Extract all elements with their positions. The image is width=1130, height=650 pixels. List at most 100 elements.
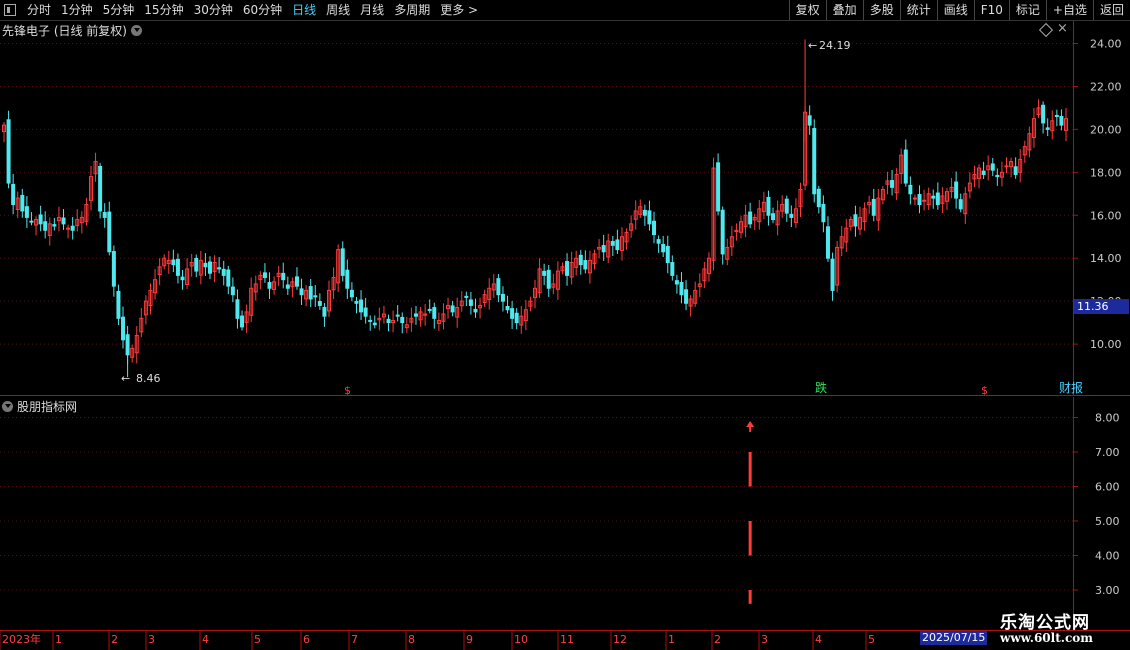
time-label: 8 bbox=[408, 633, 415, 646]
adjust-button[interactable]: 复权 bbox=[788, 0, 826, 20]
indicator-chart[interactable]: 8.00 7.00 6.00 5.00 4.00 3.00 bbox=[0, 397, 1130, 630]
price-tick-label: 14.00 bbox=[1090, 252, 1122, 265]
time-label: 3 bbox=[761, 633, 768, 646]
candle-body bbox=[221, 268, 226, 276]
chevron-down-icon[interactable] bbox=[131, 25, 142, 36]
candle-body bbox=[6, 119, 11, 184]
candle-body bbox=[359, 299, 364, 313]
indicator-tick-label: 5.00 bbox=[1095, 515, 1120, 528]
event-marker-s2: $ bbox=[981, 384, 988, 396]
candle-body bbox=[542, 270, 547, 276]
chevron-down-icon[interactable] bbox=[2, 401, 13, 412]
candle-body bbox=[890, 180, 895, 188]
period-tab[interactable]: 30分钟 bbox=[189, 0, 238, 20]
candle-body bbox=[450, 305, 455, 313]
period-tab[interactable]: 分时 bbox=[22, 0, 56, 20]
price-tick-label: 22.00 bbox=[1090, 80, 1122, 93]
candle-body bbox=[427, 308, 432, 311]
current-price-tag: 11.36 bbox=[1074, 299, 1129, 314]
candle-body bbox=[647, 210, 652, 225]
candle-body bbox=[107, 211, 112, 253]
low-label: 8.46 bbox=[136, 372, 161, 385]
close-icon[interactable]: × bbox=[1057, 21, 1068, 36]
period-tab[interactable]: 1分钟 bbox=[56, 0, 98, 20]
candle-body bbox=[679, 282, 684, 296]
window-icon[interactable] bbox=[4, 4, 16, 16]
candle-body bbox=[807, 115, 812, 126]
f10-button[interactable]: F10 bbox=[973, 0, 1009, 20]
candle-body bbox=[349, 289, 354, 298]
candle-body bbox=[935, 192, 940, 206]
candle-body bbox=[505, 305, 510, 311]
candle-body bbox=[194, 257, 199, 272]
candle-body bbox=[281, 272, 286, 281]
candle-body bbox=[652, 220, 657, 236]
time-label: 6 bbox=[303, 633, 310, 646]
candle-body bbox=[372, 322, 377, 326]
period-tab[interactable]: 60分钟 bbox=[238, 0, 287, 20]
candle-body bbox=[816, 188, 821, 208]
candle-body bbox=[674, 280, 679, 285]
candle-body bbox=[180, 276, 185, 281]
time-label: 1 bbox=[668, 633, 675, 646]
candle-body bbox=[294, 276, 299, 287]
time-label: 10 bbox=[514, 633, 528, 646]
time-label: 7 bbox=[351, 633, 358, 646]
candle-body bbox=[500, 293, 505, 302]
candle-body bbox=[784, 198, 789, 214]
candle-body bbox=[825, 226, 830, 259]
candle-body bbox=[514, 312, 519, 324]
overlay-button[interactable]: 叠加 bbox=[825, 0, 863, 20]
signal-bar bbox=[748, 590, 752, 604]
period-tab[interactable]: 15分钟 bbox=[139, 0, 188, 20]
candle-body bbox=[917, 194, 922, 206]
indicator-tick-label: 3.00 bbox=[1095, 584, 1120, 597]
period-tab[interactable]: 月线 bbox=[355, 0, 389, 20]
price-chart[interactable]: 24.0022.0020.0018.0016.0014.0012.0010.00… bbox=[0, 21, 1130, 396]
candle-body bbox=[432, 307, 437, 319]
candle-body bbox=[285, 284, 290, 289]
candle-body bbox=[1045, 127, 1050, 130]
candle-body bbox=[240, 315, 245, 328]
candle-body bbox=[981, 170, 986, 175]
candle-body bbox=[908, 184, 913, 195]
candle-body bbox=[203, 262, 208, 268]
candle-body bbox=[578, 254, 583, 266]
period-tab[interactable]: 多周期 bbox=[389, 0, 435, 20]
candle-body bbox=[615, 239, 620, 251]
candle-body bbox=[171, 259, 176, 266]
candle-body bbox=[931, 195, 936, 199]
add-watchlist-button[interactable]: +自选 bbox=[1045, 0, 1093, 20]
candle-body bbox=[116, 290, 121, 319]
candle-body bbox=[98, 165, 103, 212]
period-tab-daily[interactable]: 日线 bbox=[287, 0, 321, 20]
multi-stock-button[interactable]: 多股 bbox=[862, 0, 900, 20]
period-tab[interactable]: 5分钟 bbox=[98, 0, 140, 20]
mark-button[interactable]: 标记 bbox=[1008, 0, 1046, 20]
candle-body bbox=[386, 318, 391, 324]
price-tick-label: 24.00 bbox=[1090, 38, 1122, 51]
candle-body bbox=[1054, 114, 1059, 117]
candle-body bbox=[812, 128, 817, 195]
stock-name: 先锋电子 (日线 前复权) bbox=[2, 24, 127, 38]
more-menu[interactable]: 更多 > bbox=[435, 0, 483, 20]
stats-button[interactable]: 统计 bbox=[899, 0, 937, 20]
draw-line-button[interactable]: 画线 bbox=[936, 0, 974, 20]
candle-body bbox=[395, 314, 400, 317]
candle-body bbox=[317, 301, 322, 306]
candle-body bbox=[601, 245, 606, 253]
candle-body bbox=[226, 269, 231, 287]
candle-body bbox=[400, 316, 405, 324]
time-label: 2023年 bbox=[2, 632, 41, 646]
candle-body bbox=[464, 295, 469, 298]
candle-body bbox=[995, 174, 1000, 178]
watermark-url: www.60lt.com bbox=[1000, 631, 1093, 645]
period-tab[interactable]: 周线 bbox=[321, 0, 355, 20]
top-toolbar: 分时 1分钟 5分钟 15分钟 30分钟 60分钟 日线 周线 月线 多周期 更… bbox=[0, 0, 1130, 21]
candle-body bbox=[121, 316, 126, 341]
back-button[interactable]: 返回 bbox=[1092, 0, 1130, 20]
candle-body bbox=[830, 258, 835, 291]
candle-body bbox=[354, 300, 359, 304]
candle-body bbox=[61, 217, 66, 225]
price-tick-label: 10.00 bbox=[1090, 338, 1122, 351]
